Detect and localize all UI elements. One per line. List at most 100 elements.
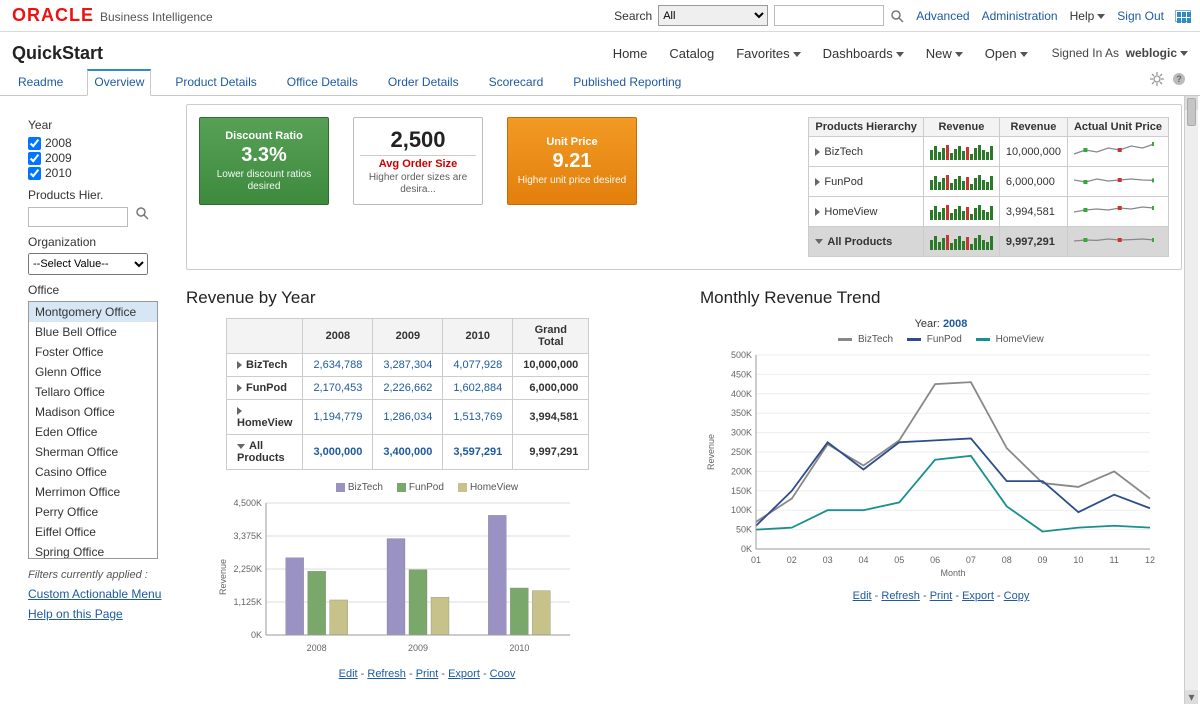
tab-order-details[interactable]: Order Details [382,71,465,95]
scroll-down-button[interactable]: ▾ [1185,690,1198,704]
svg-text:03: 03 [823,555,833,565]
export-link[interactable]: Export [962,590,994,602]
list-item[interactable]: Blue Bell Office [29,322,157,342]
edit-link[interactable]: Edit [339,668,358,680]
chevron-down-icon [815,239,823,244]
apps-icon[interactable] [1176,9,1190,23]
gear-icon[interactable] [1150,72,1164,89]
svg-text:350K: 350K [731,408,752,418]
help-icon[interactable]: ? [1172,72,1186,89]
tab-scorecard[interactable]: Scorecard [483,71,550,95]
list-item[interactable]: Glenn Office [29,362,157,382]
list-item[interactable]: Eden Office [29,422,157,442]
list-item[interactable]: Spring Office [29,542,157,559]
user-menu[interactable]: weblogic [1126,46,1188,60]
tab-product-details[interactable]: Product Details [169,71,262,95]
year-2010-checkbox[interactable] [28,167,41,180]
tab-published-reporting[interactable]: Published Reporting [567,71,687,95]
svg-text:06: 06 [930,555,940,565]
refresh-link[interactable]: Refresh [881,590,920,602]
copy-link[interactable]: Coov [490,668,516,680]
svg-text:2008: 2008 [307,643,327,653]
edit-link[interactable]: Edit [853,590,872,602]
svg-text:07: 07 [966,555,976,565]
help-on-page-link[interactable]: Help on this Page [28,607,170,621]
scroll-thumb[interactable] [1187,98,1196,126]
list-item[interactable]: Casino Office [29,462,157,482]
year-2009-checkbox[interactable] [28,152,41,165]
print-link[interactable]: Print [416,668,439,680]
tabbar: Readme Overview Product Details Office D… [0,68,1200,96]
refresh-link[interactable]: Refresh [367,668,406,680]
table-row-all-products[interactable]: All Products 9,997,291 [809,227,1169,257]
year-label: 2009 [45,151,72,165]
section-title: Monthly Revenue Trend [700,288,1182,308]
table-row[interactable]: HomeView3,994,581 [809,197,1169,227]
right-area: Discount Ratio 3.3% Lower discount ratio… [180,96,1200,704]
administration-link[interactable]: Administration [982,9,1058,23]
menu-home[interactable]: Home [613,46,648,61]
office-list[interactable]: Montgomery OfficeBlue Bell OfficeFoster … [28,301,158,559]
list-item[interactable]: Madison Office [29,402,157,422]
svg-text:3,375K: 3,375K [233,531,262,541]
svg-text:0K: 0K [251,630,262,640]
chevron-down-icon [955,52,963,57]
table-row[interactable]: BizTech10,000,000 [809,137,1169,167]
list-item[interactable]: Perry Office [29,502,157,522]
year-label: 2008 [45,136,72,150]
search-input[interactable] [774,5,884,26]
filter-office-label: Office [28,283,170,297]
list-item[interactable]: Montgomery Office [29,302,157,322]
filter-year-label: Year [28,118,170,132]
menu-catalog[interactable]: Catalog [669,46,714,61]
copy-link[interactable]: Copy [1004,590,1030,602]
svg-text:250K: 250K [731,447,752,457]
search-wrap: Search All [614,5,904,26]
signout-link[interactable]: Sign Out [1117,9,1164,23]
svg-text:04: 04 [858,555,868,565]
two-column-area: Revenue by Year 2008 2009 2010 Grand Tot… [186,288,1182,680]
list-item[interactable]: Eiffel Office [29,522,157,542]
menu-favorites[interactable]: Favorites [736,46,800,61]
table-row[interactable]: BizTech2,634,7883,287,3044,077,92810,000… [227,354,589,377]
year-2008-checkbox[interactable] [28,137,41,150]
menu-new[interactable]: New [926,46,963,61]
search-scope-select[interactable]: All [658,5,768,26]
table-row[interactable]: HomeView1,194,7791,286,0341,513,7693,994… [227,400,589,435]
kpi-unit-price[interactable]: Unit Price 9.21 Higher unit price desire… [507,117,637,205]
list-item[interactable]: Foster Office [29,342,157,362]
tab-readme[interactable]: Readme [12,71,69,95]
table-row[interactable]: FunPod6,000,000 [809,167,1169,197]
export-link[interactable]: Export [448,668,480,680]
help-menu[interactable]: Help [1070,9,1106,23]
kpi-discount-ratio[interactable]: Discount Ratio 3.3% Lower discount ratio… [199,117,329,205]
trend-year-link[interactable]: 2008 [943,318,967,330]
page-title: QuickStart [12,43,103,64]
revenue-bar-chart[interactable]: 0K1,125K2,250K3,375K4,500KRevenue2008200… [216,497,576,657]
print-link[interactable]: Print [930,590,953,602]
search-icon[interactable] [135,206,149,220]
sidebar: Year 2008 2009 2010 Products Hier. Organ… [0,96,180,704]
filter-org-label: Organization [28,235,170,249]
custom-actionable-menu-link[interactable]: Custom Actionable Menu [28,587,170,601]
vertical-scrollbar[interactable]: ▴ ▾ [1184,96,1198,704]
advanced-link[interactable]: Advanced [916,9,969,23]
table-row[interactable]: FunPod2,170,4532,226,6621,602,8846,000,0… [227,377,589,400]
tab-overview[interactable]: Overview [87,69,151,96]
organization-select[interactable]: --Select Value-- [28,253,148,275]
list-item[interactable]: Merrimon Office [29,482,157,502]
list-item[interactable]: Sherman Office [29,442,157,462]
kpi-avg-order-size[interactable]: 2,500 Avg Order Size Higher order sizes … [353,117,483,205]
table-row-all-products[interactable]: All Products 3,000,000 3,400,000 3,597,2… [227,435,589,470]
monthly-trend-chart[interactable]: 0K50K100K150K200K250K300K350K400K450K500… [700,349,1160,579]
products-hier-input[interactable] [28,207,128,227]
list-item[interactable]: Tellaro Office [29,382,157,402]
signed-in-as: Signed In As weblogic [1052,46,1188,60]
menu-dashboards[interactable]: Dashboards [823,46,904,61]
panel-actions: Edit - Refresh - Print - Export - Coov [186,668,668,680]
menu-open[interactable]: Open [985,46,1028,61]
tab-office-details[interactable]: Office Details [281,71,364,95]
search-icon[interactable] [890,9,904,23]
svg-text:2009: 2009 [408,643,428,653]
chevron-down-icon [896,52,904,57]
